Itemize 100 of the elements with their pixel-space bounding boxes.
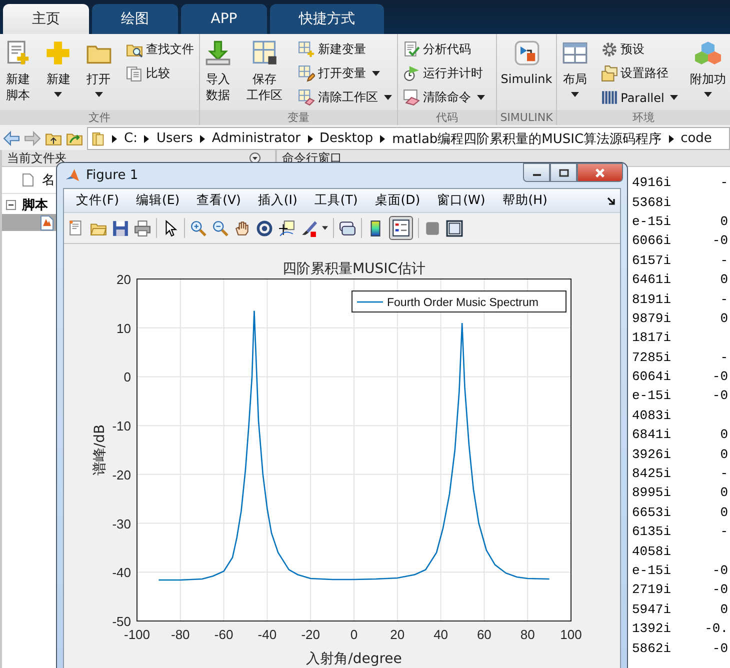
y-tick-label: 10 xyxy=(116,320,131,336)
cubes-icon xyxy=(694,40,721,66)
rotate-icon[interactable] xyxy=(256,220,273,236)
open-button[interactable]: 打开 xyxy=(84,38,114,110)
import-data-button[interactable]: 导入 数据 xyxy=(203,38,233,110)
path-segment[interactable]: Administrator xyxy=(212,131,300,146)
chevron-icon xyxy=(668,134,674,142)
analyze-code-button[interactable]: 分析代码 xyxy=(401,38,487,61)
output-text: -0 xyxy=(712,233,729,248)
print-icon[interactable] xyxy=(134,220,151,236)
path-segment[interactable]: C: xyxy=(124,131,138,146)
output-text: 0 xyxy=(720,485,729,500)
menu-item[interactable]: 桌面(D) xyxy=(368,192,426,209)
path-segment[interactable]: matlab编程四阶累积量的MUSIC算法源码程序 xyxy=(392,130,662,148)
output-text: 5947i xyxy=(632,602,672,617)
add-ons-button[interactable]: 附加功 xyxy=(688,38,727,110)
square-icon[interactable] xyxy=(424,220,441,236)
find-files-button[interactable]: 查找文件 xyxy=(124,38,196,61)
pan-hand-icon[interactable] xyxy=(234,220,251,236)
chevron-icon xyxy=(144,134,150,142)
output-text: - xyxy=(720,350,729,365)
run-and-time-button[interactable]: 运行并计时 xyxy=(401,62,487,85)
chevron-icon xyxy=(112,134,117,142)
settings-icon xyxy=(600,41,618,58)
compare-button[interactable]: 比较 xyxy=(124,62,196,85)
legend-line-sample xyxy=(357,301,383,303)
output-text: 0 xyxy=(720,446,729,462)
dock-arrow-icon[interactable] xyxy=(606,196,616,206)
output-text: - xyxy=(720,466,729,482)
y-tick-label: 20 xyxy=(116,272,131,287)
new-script-icon xyxy=(5,40,31,66)
path-segment[interactable]: code xyxy=(680,131,712,146)
menu-item[interactable]: 查看(V) xyxy=(190,192,247,209)
new-variable-button[interactable]: 新建变量 xyxy=(296,38,394,61)
x-tick-label: 20 xyxy=(390,627,405,642)
layout-button[interactable]: 布局 xyxy=(560,38,590,110)
menu-item[interactable]: 窗口(W) xyxy=(431,192,492,209)
maximize-button[interactable] xyxy=(550,163,577,182)
ribbon-tab[interactable]: APP xyxy=(181,4,267,34)
output-text: 3926i xyxy=(632,446,672,462)
close-button[interactable] xyxy=(577,163,623,182)
clear-workspace-button[interactable]: 清除工作区 xyxy=(296,86,394,109)
save-workspace-button[interactable]: 保存 工作区 xyxy=(246,38,284,110)
new-script-button[interactable]: 新建 脚本 xyxy=(3,38,33,110)
grid-plus-icon xyxy=(298,41,315,58)
output-text: 8191i xyxy=(632,292,672,307)
back-arrow-icon[interactable] xyxy=(3,130,20,147)
download-arrow-icon xyxy=(205,40,231,66)
zoom-in-icon[interactable] xyxy=(190,220,207,236)
group-title: 代码 xyxy=(398,110,496,125)
clear-commands-button[interactable]: 清除命令 xyxy=(401,86,487,109)
open-variable-button[interactable]: 打开变量 xyxy=(296,62,394,85)
minimize-button[interactable] xyxy=(523,163,550,182)
output-text: 6066i xyxy=(632,233,672,248)
link-icon[interactable] xyxy=(339,220,356,236)
simulink-button[interactable]: Simulink xyxy=(500,38,553,110)
collapse-icon[interactable] xyxy=(6,200,16,210)
output-text: 4083i xyxy=(632,408,672,423)
ribbon-tab[interactable]: 快捷方式 xyxy=(270,4,384,34)
output-text: -0 xyxy=(712,640,729,656)
output-text: 5368i xyxy=(632,194,672,210)
output-text: 9879i xyxy=(632,310,672,326)
set-path-button[interactable]: 设置路径 xyxy=(598,62,680,85)
page-check-icon xyxy=(403,41,420,58)
brush-icon[interactable] xyxy=(300,220,317,236)
x-tick-label: 100 xyxy=(560,627,582,642)
address-field[interactable]: C: Users Administrator Desktop matlab编程四阶累积量的MUSIC算法源码程序 code xyxy=(87,127,730,150)
zoom-out-icon[interactable] xyxy=(212,220,229,236)
ribbon-tab[interactable]: 主页 xyxy=(3,4,89,34)
output-text: 6841i xyxy=(632,427,672,442)
path-segment[interactable]: Users xyxy=(156,131,193,146)
menu-item[interactable]: 帮助(H) xyxy=(496,192,554,209)
y-tick-label: -20 xyxy=(112,467,131,482)
x-tick-label: -80 xyxy=(171,627,190,642)
menu-item[interactable]: 文件(F) xyxy=(70,192,125,209)
plus-icon xyxy=(45,40,72,66)
output-text: 0 xyxy=(720,602,729,617)
output-text: -0 xyxy=(712,369,729,384)
chevron-icon xyxy=(380,134,386,142)
layout-grid-icon xyxy=(562,40,588,66)
new-button[interactable]: 新建 xyxy=(43,38,74,110)
save-icon[interactable] xyxy=(112,220,129,236)
output-text: 4058i xyxy=(632,544,672,559)
menu-item[interactable]: 编辑(E) xyxy=(130,192,186,209)
ribbon-tab[interactable]: 绘图 xyxy=(92,4,178,34)
tree-group-label[interactable]: 脚本 xyxy=(22,196,48,214)
data-cursor-icon[interactable] xyxy=(278,220,295,236)
parallel-button[interactable]: Parallel xyxy=(598,86,680,109)
window-icon[interactable] xyxy=(446,220,463,236)
output-text: 0 xyxy=(720,310,729,326)
column-header[interactable]: 名 xyxy=(42,171,55,189)
legend-toggle-button[interactable] xyxy=(389,216,413,240)
output-text: e-15i xyxy=(632,214,672,229)
output-text: e-15i xyxy=(632,563,672,578)
output-text: -0 xyxy=(712,582,729,598)
menu-item[interactable]: 工具(T) xyxy=(308,192,364,209)
path-segment[interactable]: Desktop xyxy=(320,131,374,146)
menu-item[interactable]: 插入(I) xyxy=(252,192,304,209)
caret-icon[interactable] xyxy=(322,226,328,230)
preferences-button[interactable]: 预设 xyxy=(598,38,680,61)
